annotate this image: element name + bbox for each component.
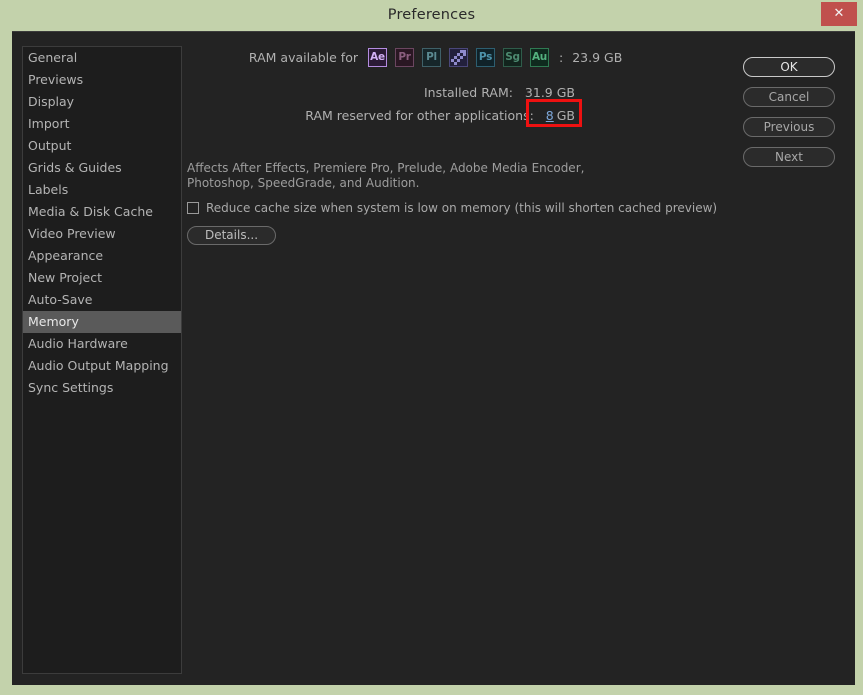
- sidebar-item-output[interactable]: Output: [23, 135, 181, 157]
- sidebar-item-media-disk-cache[interactable]: Media & Disk Cache: [23, 201, 181, 223]
- cancel-button[interactable]: Cancel: [743, 87, 835, 107]
- sidebar-item-grids-guides[interactable]: Grids & Guides: [23, 157, 181, 179]
- available-ram-colon: :: [559, 49, 564, 65]
- available-ram-label: RAM available for: [248, 49, 358, 65]
- window-title: Preferences: [387, 7, 476, 23]
- available-ram-value: 23.9 GB: [572, 49, 623, 65]
- app-icon-group[interactable]: Ae Pr Pl Ps Sg Au: [368, 47, 557, 67]
- close-icon[interactable]: ✕: [821, 2, 857, 26]
- audition-icon[interactable]: Au: [530, 47, 549, 67]
- after-effects-icon[interactable]: Ae: [368, 47, 387, 67]
- next-button[interactable]: Next: [743, 147, 835, 167]
- reserved-ram-label: RAM reserved for other applications:: [305, 108, 534, 123]
- sidebar-item-appearance[interactable]: Appearance: [23, 245, 181, 267]
- memory-settings-panel: Installed RAM: 31.9 GB RAM reserved for …: [184, 46, 845, 675]
- details-button[interactable]: Details...: [187, 226, 276, 245]
- premiere-pro-icon[interactable]: Pr: [395, 47, 414, 67]
- sidebar-item-memory[interactable]: Memory: [23, 311, 181, 333]
- installed-ram-row: Installed RAM: 31.9 GB: [184, 85, 575, 100]
- sidebar-item-labels[interactable]: Labels: [23, 179, 181, 201]
- sidebar-item-previews[interactable]: Previews: [23, 69, 181, 91]
- reserved-ram-row: RAM reserved for other applications: 8 GB: [184, 108, 575, 123]
- adobe-media-encoder-icon[interactable]: [449, 47, 468, 67]
- sidebar-item-new-project[interactable]: New Project: [23, 267, 181, 289]
- sidebar-item-import[interactable]: Import: [23, 113, 181, 135]
- sidebar-item-video-preview[interactable]: Video Preview: [23, 223, 181, 245]
- preferences-category-list[interactable]: General Previews Display Import Output Grids …: [22, 46, 182, 674]
- reserved-ram-field[interactable]: 8 GB: [546, 108, 575, 123]
- sidebar-item-display[interactable]: Display: [23, 91, 181, 113]
- dialog-body: General Previews Display Import Output Grids …: [12, 31, 855, 685]
- reserved-ram-unit: GB: [556, 108, 575, 123]
- dialog-button-column: OK Cancel Previous Next: [743, 57, 835, 177]
- previous-button[interactable]: Previous: [743, 117, 835, 137]
- sidebar-item-general[interactable]: General: [23, 47, 181, 69]
- sidebar-item-auto-save[interactable]: Auto-Save: [23, 289, 181, 311]
- installed-ram-value: 31.9 GB: [524, 85, 575, 100]
- reduce-cache-checkbox[interactable]: [187, 202, 199, 214]
- affects-description: Affects After Effects, Premiere Pro, Pre…: [187, 161, 585, 190]
- ok-button[interactable]: OK: [743, 57, 835, 77]
- preferences-window: Preferences ✕ General Previews Display Impo…: [0, 0, 863, 695]
- reserved-ram-value[interactable]: 8: [546, 108, 554, 123]
- reduce-cache-label: Reduce cache size when system is low on …: [206, 201, 718, 215]
- speedgrade-icon[interactable]: Sg: [503, 47, 522, 67]
- photoshop-icon[interactable]: Ps: [476, 47, 495, 67]
- sidebar-item-sync-settings[interactable]: Sync Settings: [23, 377, 181, 399]
- reduce-cache-checkbox-row[interactable]: Reduce cache size when system is low on …: [187, 201, 717, 215]
- installed-ram-label: Installed RAM:: [423, 85, 513, 100]
- sidebar-item-audio-hardware[interactable]: Audio Hardware: [23, 333, 181, 355]
- title-bar[interactable]: Preferences ✕: [0, 0, 863, 31]
- prelude-icon[interactable]: Pl: [422, 47, 441, 67]
- sidebar-item-audio-output-mapping[interactable]: Audio Output Mapping: [23, 355, 181, 377]
